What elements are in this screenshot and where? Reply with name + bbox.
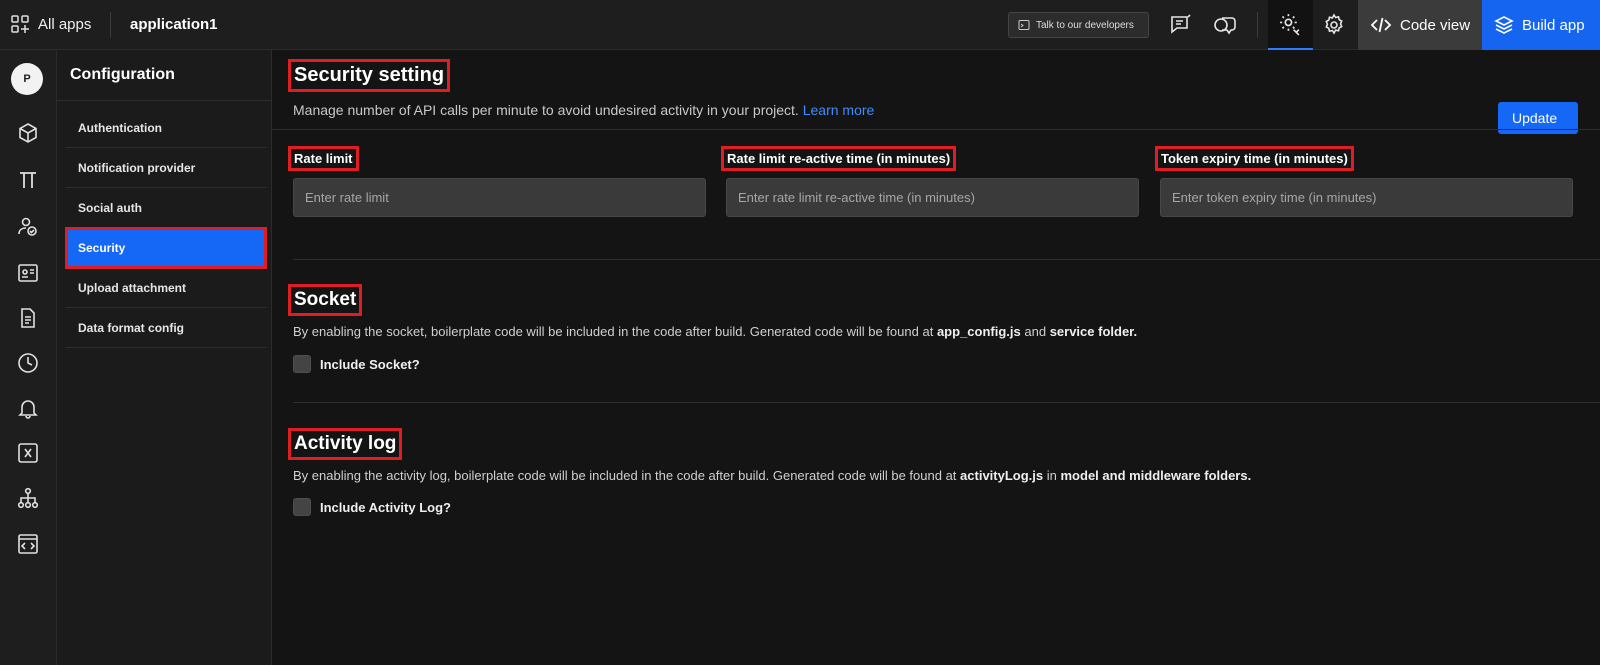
menu-item-authentication[interactable]: Authentication [66,108,266,148]
page-title: Security setting [287,59,451,92]
activity-log-title: Activity log [287,428,403,460]
gear-wrench-icon [1280,14,1300,36]
build-app-button[interactable]: Build app [1482,0,1600,50]
gear-icon [1325,13,1343,35]
menu-item-notification-provider[interactable]: Notification provider [66,148,266,188]
menu-item-upload-attachment[interactable]: Upload attachment [66,268,266,308]
activity-desc-in: in [1046,468,1057,483]
menu-item-security[interactable]: Security [65,227,267,269]
activity-desc-file: activityLog.js [960,468,1044,483]
activity-desc-folder: model and middleware folders. [1060,468,1252,483]
all-apps-label: All apps [38,15,92,33]
rate-limit-reactive-time-label: Rate limit re-active time (in minutes) [720,146,957,171]
rate-limit-input[interactable] [293,178,706,217]
app-name: application1 [130,16,218,33]
activity-log-description: By enabling the activity log, boilerplat… [293,468,1251,483]
variable-icon[interactable] [17,442,39,464]
socket-desc-prefix: By enabling the socket, boilerplate code… [293,324,934,339]
all-apps-link[interactable]: All apps [10,14,91,34]
avatar[interactable]: P [11,63,43,95]
learn-more-link[interactable]: Learn more [803,102,875,118]
code-view-label: Code view [1400,16,1471,34]
id-card-icon[interactable] [17,262,39,284]
configuration-sidebar: Configuration Authentication Notificatio… [57,50,272,665]
document-icon[interactable] [17,307,39,329]
configuration-tool-button[interactable] [1268,0,1313,50]
divider [57,100,272,101]
rate-limit-reactive-time-input[interactable] [726,178,1139,217]
feedback-button[interactable] [1169,13,1193,37]
token-expiry-time-input[interactable] [1160,178,1573,217]
include-socket-option[interactable]: Include Socket? [293,355,420,373]
chat-icon [1214,17,1236,35]
top-bar: All apps application1 Talk to our develo… [0,0,1600,50]
socket-desc-folder: service folder. [1049,324,1138,339]
pi-icon[interactable] [17,169,39,191]
include-activity-log-option[interactable]: Include Activity Log? [293,498,451,516]
socket-title: Socket [287,284,363,316]
chat-button[interactable] [1213,13,1237,37]
layers-icon [1494,16,1514,34]
socket-desc-file: app_config.js [936,324,1021,339]
divider [293,402,1600,403]
feedback-icon [1171,14,1191,34]
hierarchy-icon[interactable] [17,487,39,509]
cube-icon[interactable] [17,122,39,144]
apps-grid-icon [11,15,29,33]
divider [272,129,1600,130]
divider [1257,12,1258,38]
menu-item-data-format-config[interactable]: Data format config [66,308,266,348]
include-socket-checkbox[interactable] [293,355,311,373]
activity-desc-prefix: By enabling the activity log, boilerplat… [293,468,957,483]
security-description: Manage number of API calls per minute to… [293,102,874,118]
code-view-button[interactable]: Code view [1358,0,1482,50]
main-content: Security setting Manage number of API ca… [272,50,1600,665]
divider [110,12,111,38]
settings-button[interactable] [1322,13,1346,37]
rate-limit-label: Rate limit [288,146,359,171]
include-socket-label: Include Socket? [320,356,420,372]
users-icon[interactable] [17,216,39,238]
config-title: Configuration [70,66,175,83]
token-expiry-time-label: Token expiry time (in minutes) [1155,146,1354,171]
icon-rail: P [0,50,57,665]
bell-icon[interactable] [17,397,39,419]
include-activity-log-label: Include Activity Log? [320,499,451,515]
socket-description: By enabling the socket, boilerplate code… [293,324,1137,339]
clock-icon[interactable] [17,352,39,374]
security-description-text: Manage number of API calls per minute to… [293,102,799,118]
terminal-icon [1018,20,1030,30]
menu-item-social-auth[interactable]: Social auth [66,188,266,228]
build-app-label: Build app [1522,16,1585,34]
talk-label: Talk to our developers [1036,19,1134,31]
include-activity-log-checkbox[interactable] [293,498,311,516]
code-icon [1370,17,1392,33]
divider [293,259,1600,260]
code-window-icon[interactable] [17,533,39,555]
socket-desc-and: and [1024,324,1047,339]
talk-to-developers-button[interactable]: Talk to our developers [1008,12,1149,38]
